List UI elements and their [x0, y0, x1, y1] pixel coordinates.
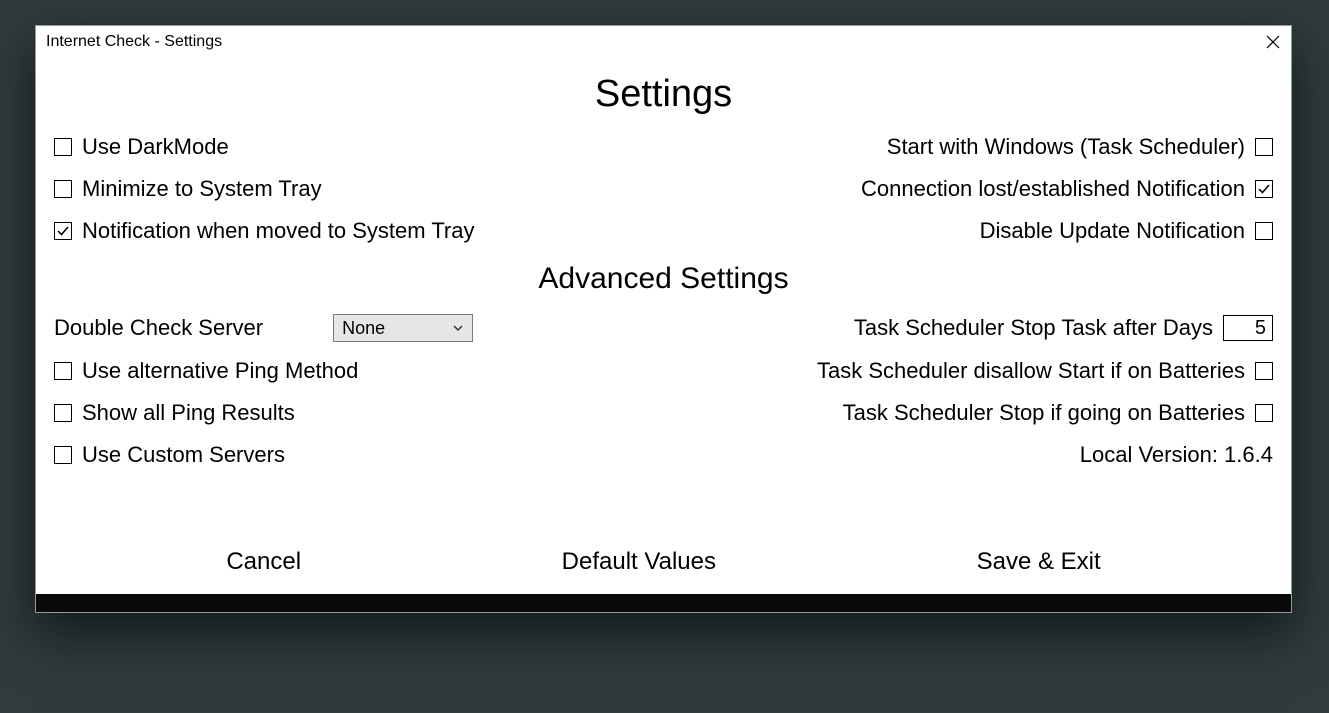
connection-notif-label: Connection lost/established Notification: [861, 176, 1245, 202]
alt-ping-checkbox[interactable]: [54, 362, 72, 380]
connection-notif-checkbox[interactable]: [1255, 180, 1273, 198]
minimize-tray-checkbox[interactable]: [54, 180, 72, 198]
advanced-section: Double Check Server None Task Scheduler …: [36, 314, 1291, 468]
batt-disallow-checkbox[interactable]: [1255, 362, 1273, 380]
cancel-button[interactable]: Cancel: [226, 548, 301, 576]
double-check-value: None: [342, 318, 385, 339]
custom-servers-checkbox[interactable]: [54, 446, 72, 464]
general-section: Use DarkMode Start with Windows (Task Sc…: [36, 134, 1291, 244]
double-check-label: Double Check Server: [54, 315, 263, 341]
batt-stop-label: Task Scheduler Stop if going on Batterie…: [843, 400, 1245, 426]
darkmode-checkbox[interactable]: [54, 138, 72, 156]
chevron-down-icon: [452, 318, 464, 339]
tray-notif-label: Notification when moved to System Tray: [82, 218, 475, 244]
minimize-tray-label: Minimize to System Tray: [82, 176, 322, 202]
start-windows-label: Start with Windows (Task Scheduler): [887, 134, 1245, 160]
bottom-strip: [36, 594, 1291, 612]
batt-disallow-label: Task Scheduler disallow Start if on Batt…: [817, 358, 1245, 384]
start-windows-checkbox[interactable]: [1255, 138, 1273, 156]
local-version: Local Version: 1.6.4: [1080, 442, 1273, 468]
darkmode-label: Use DarkMode: [82, 134, 229, 160]
alt-ping-label: Use alternative Ping Method: [82, 358, 358, 384]
save-button[interactable]: Save & Exit: [977, 548, 1101, 576]
batt-stop-checkbox[interactable]: [1255, 404, 1273, 422]
advanced-title: Advanced Settings: [36, 262, 1291, 296]
close-icon[interactable]: [1265, 34, 1281, 50]
show-ping-label: Show all Ping Results: [82, 400, 295, 426]
disable-update-label: Disable Update Notification: [980, 218, 1245, 244]
tray-notif-checkbox[interactable]: [54, 222, 72, 240]
page-title: Settings: [36, 73, 1291, 116]
disable-update-checkbox[interactable]: [1255, 222, 1273, 240]
settings-window: Internet Check - Settings Settings Use D…: [35, 25, 1292, 613]
show-ping-checkbox[interactable]: [54, 404, 72, 422]
defaults-button[interactable]: Default Values: [562, 548, 716, 576]
titlebar: Internet Check - Settings: [36, 26, 1291, 58]
custom-servers-label: Use Custom Servers: [82, 442, 285, 468]
stop-days-label: Task Scheduler Stop Task after Days: [854, 315, 1213, 341]
double-check-select[interactable]: None: [333, 314, 473, 342]
button-bar: Cancel Default Values Save & Exit: [36, 548, 1291, 594]
stop-days-input[interactable]: [1223, 315, 1273, 341]
window-title: Internet Check - Settings: [46, 33, 222, 51]
